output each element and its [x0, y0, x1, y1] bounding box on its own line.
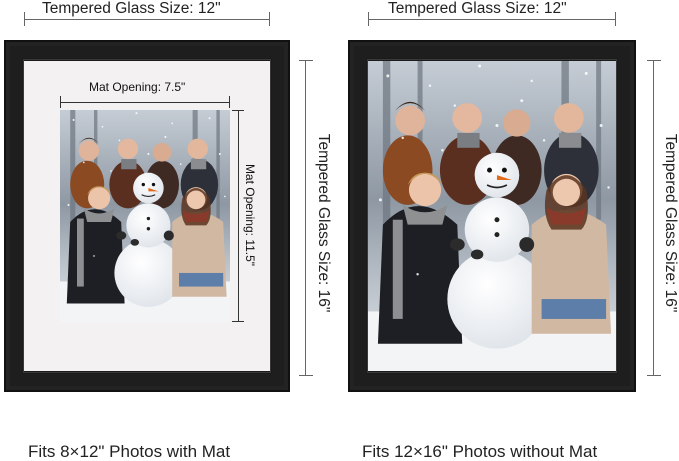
left-glass-height-dimension-line — [305, 60, 306, 376]
right-glass-height-label: Tempered Glass Size: 16" — [661, 133, 679, 313]
left-photo-image — [60, 110, 230, 322]
left-glass-width-tick-right — [269, 12, 270, 26]
right-glass-width-dimension-line — [368, 19, 616, 20]
right-glass-width-tick-right — [615, 12, 616, 26]
left-mat-width-dimension-line — [60, 102, 230, 103]
left-glass-width-dimension-line — [24, 19, 270, 20]
left-mat-width-label: Mat Opening: 7.5" — [89, 80, 186, 94]
left-glass-height-tick-bottom — [299, 375, 313, 376]
right-photo — [368, 61, 616, 371]
left-mat-height-tick-top — [232, 110, 244, 111]
right-glass-width-label: Tempered Glass Size: 12" — [384, 1, 571, 17]
left-frame: Mat Opening: 7.5" Mat Opening: 11.5" — [4, 40, 290, 392]
right-glass-width-tick-left — [368, 12, 369, 26]
right-photo-image — [368, 61, 616, 371]
left-photo — [60, 110, 230, 322]
left-mat: Mat Opening: 7.5" Mat Opening: 11.5" — [24, 61, 270, 371]
right-glass-height-dimension-line — [653, 60, 654, 376]
left-caption: Fits 8×12" Photos with Mat — [28, 442, 231, 461]
right-glass-height-tick-bottom — [647, 375, 661, 376]
left-glass-height-tick-top — [299, 60, 313, 61]
left-glass-height-label: Tempered Glass Size: 16" — [314, 133, 332, 313]
left-mat-height-label: Mat Opening: 11.5" — [243, 163, 257, 267]
left-mat-width-tick-left — [60, 96, 61, 108]
right-glass-height-tick-top — [647, 60, 661, 61]
left-mat-height-dimension-line — [238, 110, 239, 322]
right-caption: Fits 12×16" Photos without Mat — [362, 442, 598, 461]
left-mat-height-tick-bottom — [232, 321, 244, 322]
left-glass-width-tick-left — [24, 12, 25, 26]
left-glass-width-label: Tempered Glass Size: 12" — [38, 1, 225, 17]
left-mat-width-tick-right — [229, 96, 230, 108]
right-frame — [348, 40, 636, 392]
